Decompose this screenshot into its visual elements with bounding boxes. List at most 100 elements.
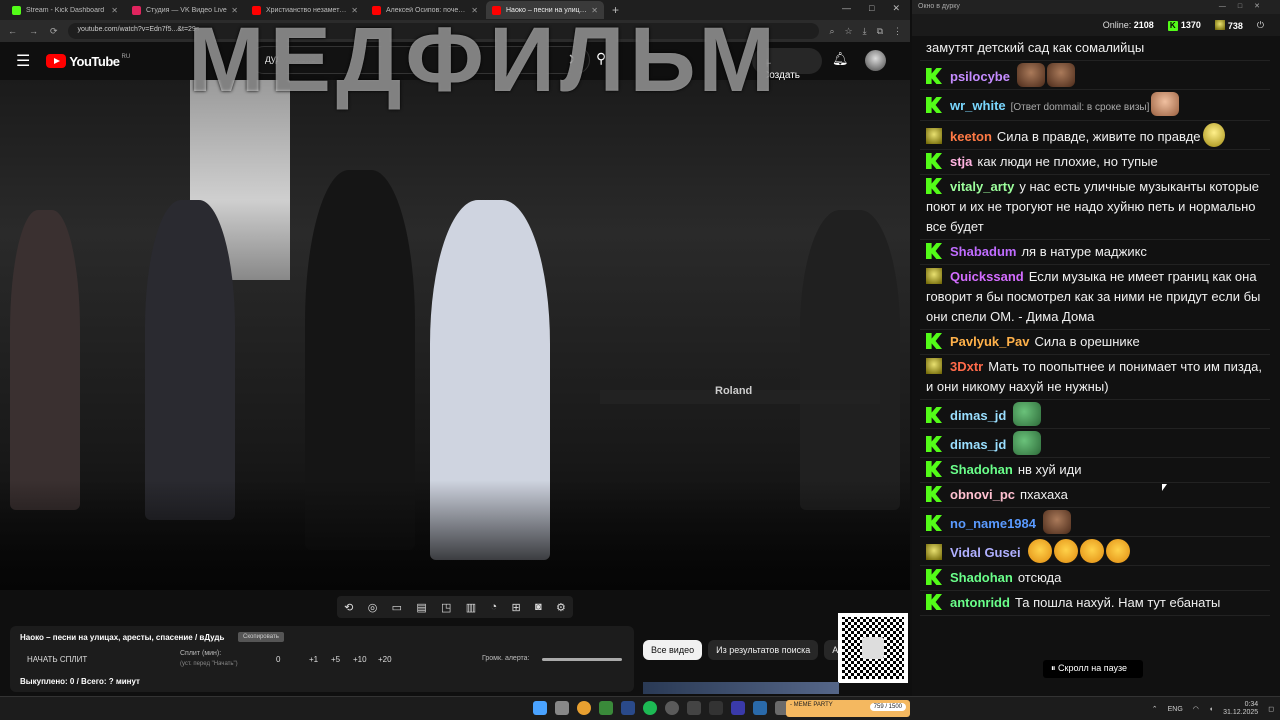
chat-nick[interactable]: psilocybe	[950, 69, 1010, 84]
mouse-cursor	[1162, 484, 1167, 491]
kick-badge-icon	[926, 515, 942, 531]
screenshot-icon[interactable]: ◙	[535, 601, 542, 613]
add-5-button[interactable]: +5	[331, 655, 340, 664]
chat-settings-icon[interactable]: ⏻	[1257, 20, 1264, 31]
app-icon[interactable]	[599, 701, 613, 715]
chat-nick[interactable]: dimas_jd	[950, 437, 1006, 452]
kick-badge-icon	[926, 243, 942, 259]
chat-nick[interactable]: stja	[950, 154, 972, 169]
add-20-button[interactable]: +20	[378, 655, 392, 664]
chat-nick[interactable]: Quickssand	[950, 269, 1024, 284]
performer	[145, 200, 235, 520]
cast-icon[interactable]: ◎	[368, 601, 378, 614]
chat-nick[interactable]: dimas_jd	[950, 408, 1006, 423]
telegram-icon[interactable]	[753, 701, 767, 715]
kick-badge-icon	[926, 333, 942, 349]
chat-nick[interactable]: vitaly_arty	[950, 179, 1014, 194]
speed-icon[interactable]: ◔	[490, 601, 497, 613]
chat-message: 3Dxtr Мать то поопытнее и понимает что им…	[920, 355, 1270, 400]
reload-icon[interactable]: ⟳	[50, 26, 58, 37]
obs-icon[interactable]	[665, 701, 679, 715]
add-1-button[interactable]: +1	[309, 655, 318, 664]
chat-text: нв хуй иди	[1017, 462, 1082, 477]
hamburger-icon[interactable]: ☰	[16, 51, 30, 71]
chat-text: как люди не плохие, но тупые	[977, 154, 1158, 169]
chat-nick[interactable]: obnovi_pc	[950, 487, 1015, 502]
chip-all[interactable]: Все видео	[643, 640, 703, 660]
taskview-icon[interactable]	[555, 701, 569, 715]
settings-icon[interactable]: ⚙	[556, 601, 566, 614]
chat-nick[interactable]: wr_white	[950, 98, 1006, 113]
app-icon[interactable]	[687, 701, 701, 715]
split-value[interactable]: 0	[276, 655, 280, 664]
close-icon[interactable]: ✕	[892, 3, 900, 14]
notifications-icon[interactable]: ◻	[1268, 705, 1274, 713]
clip-icon[interactable]: ▤	[416, 601, 426, 614]
smiley-badge-icon	[926, 358, 942, 374]
minimize-icon[interactable]: —	[842, 3, 851, 14]
alert-volume-slider[interactable]	[542, 658, 622, 661]
chat-nick[interactable]: Shabadum	[950, 244, 1016, 259]
loop-icon[interactable]: ⟲	[344, 601, 353, 614]
maximize-icon[interactable]: □	[869, 3, 874, 14]
kick-badge-icon	[926, 436, 942, 452]
miniplayer-icon[interactable]: ▭	[392, 601, 402, 614]
chat-nick[interactable]: Vidal Gusei	[950, 545, 1021, 560]
back-icon[interactable]: ←	[8, 26, 17, 37]
forward-icon[interactable]: →	[29, 26, 38, 37]
chat-nick[interactable]: antonridd	[950, 595, 1010, 610]
chat-nick[interactable]: keeton	[950, 129, 992, 144]
download-icon[interactable]: ⤓	[863, 26, 867, 37]
avatar[interactable]	[865, 50, 886, 71]
scroll-paused-badge[interactable]: ⏸ Скролл на паузе	[1043, 660, 1143, 678]
youtube-logo[interactable]: YouTube RU	[46, 54, 130, 69]
chat-nick[interactable]: Shadohan	[950, 462, 1013, 477]
theater-icon[interactable]: ▥	[466, 601, 476, 614]
add-icon[interactable]: ⊞	[511, 601, 520, 614]
copy-button[interactable]: Скопировать	[238, 632, 284, 642]
chat-nick[interactable]: 3Dxtr	[950, 359, 983, 374]
cry-emote-icon	[1027, 539, 1052, 563]
stream-watermark: МЕДФИЛЬМ	[188, 9, 780, 111]
chat-message: wr_white [Ответ dommail: в сроке визы]	[920, 90, 1270, 121]
app-icon[interactable]	[709, 701, 723, 715]
close-tab-icon[interactable]: ✕	[111, 6, 118, 15]
meme-party-widget[interactable]: - МЕМЕ PARTY 759 / 1500	[786, 700, 910, 717]
taskbar: - МЕМЕ PARTY 759 / 1500 ⌃ ENG ◠ ◖ 0:34 3…	[0, 696, 1280, 720]
chat-window-controls[interactable]: —□✕	[1219, 2, 1272, 10]
add-10-button[interactable]: +10	[353, 655, 367, 664]
language-indicator[interactable]: ENG	[1168, 706, 1183, 713]
tray-chevron-icon[interactable]: ⌃	[1152, 705, 1158, 713]
qr-avatar	[862, 637, 884, 659]
app-icon[interactable]	[731, 701, 745, 715]
menu-icon[interactable]: ⋮	[893, 26, 902, 37]
split-hint: (уст. перед "Начать")	[180, 661, 238, 667]
recommended-thumbnail[interactable]	[643, 682, 839, 694]
keyboard-brand: Roland	[715, 385, 753, 397]
star-icon[interactable]: ☆	[845, 26, 853, 37]
zoom-icon[interactable]: ⌕	[829, 26, 834, 37]
chrome-icon[interactable]	[577, 701, 591, 715]
pip-icon[interactable]: ◳	[441, 601, 451, 614]
video-player[interactable]: Roland	[0, 80, 910, 590]
bell-icon[interactable]: 🔔︎	[832, 51, 849, 67]
chat-nick[interactable]: no_name1984	[950, 516, 1036, 531]
chat-nick[interactable]: Pavlyuk_Pav	[950, 334, 1030, 349]
kick-badge-icon	[926, 486, 942, 502]
wifi-icon[interactable]: ◠	[1193, 705, 1199, 713]
chat-messages[interactable]: замутят детский сад как сомалийцы psilocy…	[920, 36, 1270, 616]
volume-icon[interactable]: ◖	[1209, 706, 1213, 713]
chat-nick[interactable]: Shadohan	[950, 570, 1013, 585]
clock[interactable]: 0:34 31.12.2025	[1223, 701, 1258, 717]
extensions-icon[interactable]: ⧉	[877, 26, 883, 37]
browser-tab[interactable]: Stream - Kick Dashboard ✕	[6, 1, 124, 19]
start-icon[interactable]	[533, 701, 547, 715]
kick-badge-icon	[926, 97, 942, 113]
steam-icon[interactable]	[621, 701, 635, 715]
start-split-button[interactable]: НАЧАТЬ СПЛИТ	[27, 655, 87, 664]
cry-emote-icon	[1105, 539, 1130, 563]
kick-badge-icon	[926, 461, 942, 477]
chip-search[interactable]: Из результатов поиска	[708, 640, 819, 660]
spotify-icon[interactable]	[643, 701, 657, 715]
alert-volume-label: Громк. алерта:	[482, 655, 530, 662]
